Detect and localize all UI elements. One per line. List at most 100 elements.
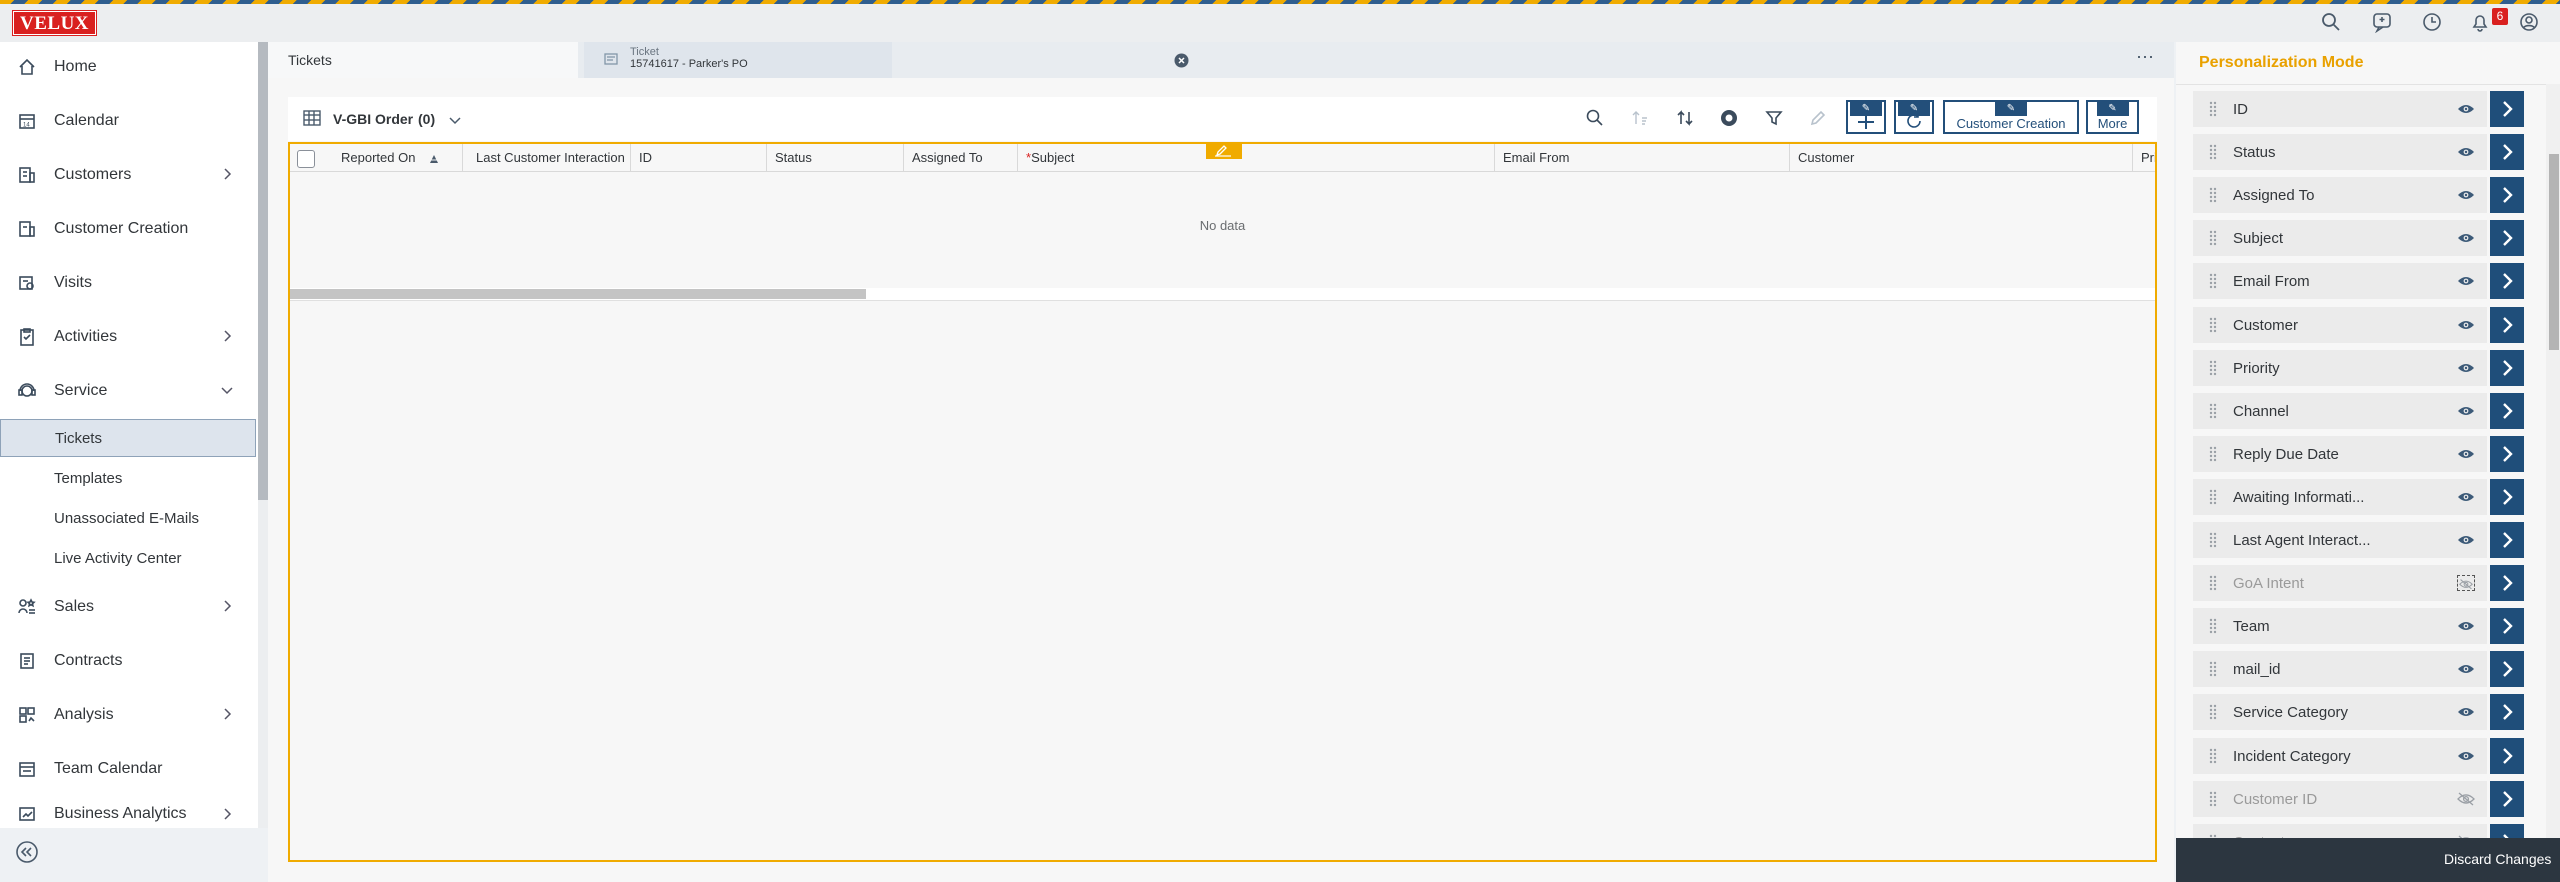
drag-handle-icon[interactable] — [2209, 101, 2217, 117]
field-row[interactable]: Priority — [2193, 350, 2543, 386]
field-detail-button[interactable] — [2490, 436, 2524, 472]
field-detail-button[interactable] — [2490, 393, 2524, 429]
field-card[interactable]: mail_id — [2193, 651, 2487, 687]
nav-contracts[interactable]: Contracts — [0, 641, 256, 681]
nav-sub-unassociated-emails[interactable]: Unassociated E-Mails — [0, 499, 256, 537]
column-header-subject[interactable]: *Subject — [1018, 144, 1495, 172]
drag-handle-icon[interactable] — [2209, 661, 2217, 677]
chat-icon[interactable] — [2371, 11, 2393, 34]
filter-icon[interactable] — [1764, 108, 1784, 128]
field-detail-button[interactable] — [2490, 522, 2524, 558]
column-edit-icon[interactable] — [1206, 143, 1242, 159]
discard-changes-button[interactable]: Discard Changes — [2444, 851, 2551, 867]
drag-handle-icon[interactable] — [2209, 360, 2217, 376]
select-all-checkbox[interactable] — [297, 150, 315, 168]
column-header-reported-on[interactable]: Reported On — [328, 144, 463, 172]
personalization-scrollbar-thumb[interactable] — [2549, 154, 2559, 350]
nav-customer-creation[interactable]: Customer Creation — [0, 209, 256, 249]
eye-icon[interactable] — [2457, 230, 2475, 246]
field-row[interactable]: Channel — [2193, 393, 2543, 429]
eye-hidden-icon[interactable] — [2457, 791, 2475, 807]
column-header-status[interactable]: Status — [767, 144, 904, 172]
eye-icon[interactable] — [2457, 317, 2475, 333]
field-row[interactable]: ID — [2193, 91, 2543, 127]
eye-icon[interactable] — [2457, 403, 2475, 419]
field-detail-button[interactable] — [2490, 738, 2524, 774]
eye-icon[interactable] — [2457, 187, 2475, 203]
tab-ticket-detail[interactable]: Ticket 15741617 - Parker's PO — [584, 42, 1189, 78]
field-row[interactable]: Subject — [2193, 220, 2543, 256]
field-row[interactable]: Customer ID — [2193, 781, 2543, 817]
drag-handle-icon[interactable] — [2209, 704, 2217, 720]
field-detail-button[interactable] — [2490, 608, 2524, 644]
field-detail-button[interactable] — [2490, 263, 2524, 299]
column-header-customer[interactable]: Customer — [1790, 144, 2133, 172]
field-card[interactable]: Last Agent Interact... — [2193, 522, 2487, 558]
field-card[interactable]: Service Category — [2193, 694, 2487, 730]
close-icon[interactable] — [1174, 53, 1189, 68]
field-card[interactable]: Assigned To — [2193, 177, 2487, 213]
view-selector-title[interactable]: V-GBI Order — [333, 111, 413, 127]
sort-icon[interactable] — [1675, 108, 1695, 128]
drag-handle-icon[interactable] — [2209, 532, 2217, 548]
overflow-menu-icon[interactable]: ⋯ — [2136, 48, 2158, 66]
eye-icon[interactable] — [2457, 661, 2475, 677]
column-header-assigned-to[interactable]: Assigned To — [904, 144, 1018, 172]
collapse-sidebar-icon[interactable] — [15, 840, 39, 864]
field-detail-button[interactable] — [2490, 781, 2524, 817]
eye-icon[interactable] — [2457, 446, 2475, 462]
field-card[interactable]: Channel — [2193, 393, 2487, 429]
more-button[interactable]: ✎ More — [2086, 100, 2139, 134]
field-row[interactable]: Contact — [2193, 824, 2543, 838]
field-row[interactable]: Assigned To — [2193, 177, 2543, 213]
field-detail-button[interactable] — [2490, 350, 2524, 386]
field-row[interactable]: Customer — [2193, 307, 2543, 343]
search-icon[interactable] — [2320, 11, 2342, 33]
eye-icon[interactable] — [2457, 489, 2475, 505]
column-header-id[interactable]: ID — [631, 144, 767, 172]
drag-handle-icon[interactable] — [2209, 489, 2217, 505]
field-card[interactable]: Contact — [2193, 824, 2487, 838]
tab-tickets[interactable]: Tickets — [268, 42, 578, 78]
customer-creation-button[interactable]: ✎ Customer Creation — [1943, 100, 2079, 134]
field-card[interactable]: Awaiting Informati... — [2193, 479, 2487, 515]
eye-icon[interactable] — [2457, 360, 2475, 376]
field-card[interactable]: Status — [2193, 134, 2487, 170]
field-row[interactable]: mail_id — [2193, 651, 2543, 687]
field-row[interactable]: Status — [2193, 134, 2543, 170]
nav-home[interactable]: Home — [0, 47, 256, 87]
field-row[interactable]: Service Category — [2193, 694, 2543, 730]
field-card[interactable]: Team — [2193, 608, 2487, 644]
nav-sub-live-activity-center[interactable]: Live Activity Center — [0, 539, 256, 577]
field-card[interactable]: Subject — [2193, 220, 2487, 256]
field-row[interactable]: Awaiting Informati... — [2193, 479, 2543, 515]
field-row[interactable]: Team — [2193, 608, 2543, 644]
field-detail-button[interactable] — [2490, 824, 2524, 838]
eye-icon[interactable] — [2457, 273, 2475, 289]
eye-icon[interactable] — [2457, 144, 2475, 160]
field-detail-button[interactable] — [2490, 220, 2524, 256]
field-card[interactable]: Email From — [2193, 263, 2487, 299]
nav-sub-tickets[interactable]: Tickets — [0, 419, 256, 457]
table-scrollbar-thumb[interactable] — [290, 289, 866, 299]
search-icon[interactable] — [1585, 108, 1605, 128]
add-button[interactable]: ✎ — [1846, 100, 1886, 134]
field-card[interactable]: Customer — [2193, 307, 2487, 343]
field-card[interactable]: Priority — [2193, 350, 2487, 386]
field-row[interactable]: GoA Intent — [2193, 565, 2543, 601]
nav-calendar[interactable]: 14 Calendar — [0, 101, 256, 141]
drag-handle-icon[interactable] — [2209, 575, 2217, 591]
eye-icon[interactable] — [2457, 748, 2475, 764]
drag-handle-icon[interactable] — [2209, 618, 2217, 634]
field-detail-button[interactable] — [2490, 694, 2524, 730]
field-detail-button[interactable] — [2490, 177, 2524, 213]
drag-handle-icon[interactable] — [2209, 446, 2217, 462]
nav-activities[interactable]: Activities — [0, 317, 256, 357]
group-by-icon[interactable] — [1719, 108, 1739, 128]
drag-handle-icon[interactable] — [2209, 273, 2217, 289]
field-detail-button[interactable] — [2490, 134, 2524, 170]
field-detail-button[interactable] — [2490, 307, 2524, 343]
eye-icon[interactable] — [2457, 101, 2475, 117]
column-header-email-from[interactable]: Email From — [1495, 144, 1790, 172]
field-card[interactable]: Reply Due Date — [2193, 436, 2487, 472]
